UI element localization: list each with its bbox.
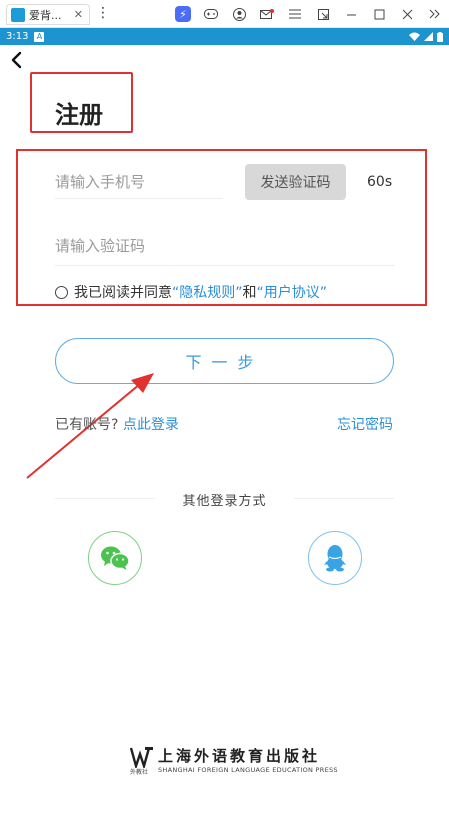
wifi-icon — [409, 32, 420, 41]
agree-radio[interactable] — [55, 285, 68, 299]
popout-icon[interactable] — [309, 0, 337, 28]
expand-icon[interactable] — [421, 0, 449, 28]
publisher-name-en: SHANGHAI FOREIGN LANGUAGE EDUCATION PRES… — [158, 766, 338, 774]
app-icon — [11, 7, 25, 22]
status-icons — [409, 31, 443, 42]
send-code-button[interactable]: 发送验证码 — [245, 164, 346, 200]
account-icon[interactable] — [225, 0, 253, 28]
publisher-mark-icon — [130, 747, 153, 768]
other-login-divider: 其他登录方式 — [55, 490, 394, 509]
other-login-label: 其他登录方式 — [182, 494, 267, 509]
emulator-toolbar: 爱背... ✕ ⋮ ⚡ — [0, 0, 449, 28]
annotation-box-title — [30, 72, 133, 133]
divider-line-right — [294, 498, 394, 499]
back-button[interactable] — [8, 50, 26, 70]
menu-icon[interactable] — [281, 0, 309, 28]
verification-code-input[interactable] — [55, 226, 395, 266]
sim-icon: A — [34, 31, 45, 42]
have-account-text: 已有账号? — [55, 417, 119, 433]
publisher-short-name: 外教社 — [130, 769, 149, 776]
countdown-label: 60s — [367, 174, 393, 190]
app-tab[interactable]: 爱背... ✕ — [6, 4, 90, 25]
agreement-row: 我已阅读并同意 “隐私规则” 和 “用户协议” — [55, 282, 327, 302]
more-menu-icon[interactable]: ⋮ — [96, 6, 110, 20]
next-step-button[interactable]: 下一步 — [55, 338, 394, 384]
have-account-row: 已有账号? 点此登录 — [55, 414, 179, 434]
terms-link[interactable]: “用户协议” — [257, 282, 328, 302]
privacy-link[interactable]: “隐私规则” — [172, 282, 243, 302]
qq-icon — [324, 545, 346, 572]
bolt-icon[interactable]: ⚡ — [169, 0, 197, 28]
mail-icon[interactable] — [253, 0, 281, 28]
status-bar: 3:13 A — [0, 28, 449, 45]
tab-title: 爱背... — [29, 8, 62, 22]
back-arrow-icon — [11, 51, 22, 69]
qq-login-button[interactable] — [308, 531, 362, 585]
phone-input[interactable] — [55, 165, 223, 199]
agree-and: 和 — [242, 285, 257, 301]
publisher-name-cn: 上海外语教育出版社 — [158, 747, 321, 765]
emulator-controls: ⚡ — [169, 0, 449, 28]
status-time: 3:13 — [6, 31, 29, 42]
publisher-logo: 上海外语教育出版社 外教社 SHANGHAI FOREIGN LANGUAGE … — [130, 744, 338, 778]
wechat-icon — [101, 546, 130, 570]
battery-icon — [437, 31, 443, 42]
tab-close-icon[interactable]: ✕ — [74, 8, 83, 21]
gamepad-icon[interactable] — [197, 0, 225, 28]
signal-icon — [424, 32, 433, 41]
agree-prefix: 我已阅读并同意 — [74, 285, 172, 301]
maximize-icon[interactable] — [365, 0, 393, 28]
login-link[interactable]: 点此登录 — [123, 417, 179, 433]
wechat-login-button[interactable] — [88, 531, 142, 585]
forgot-password-link[interactable]: 忘记密码 — [337, 414, 393, 434]
minimize-icon[interactable] — [337, 0, 365, 28]
close-icon[interactable] — [393, 0, 421, 28]
